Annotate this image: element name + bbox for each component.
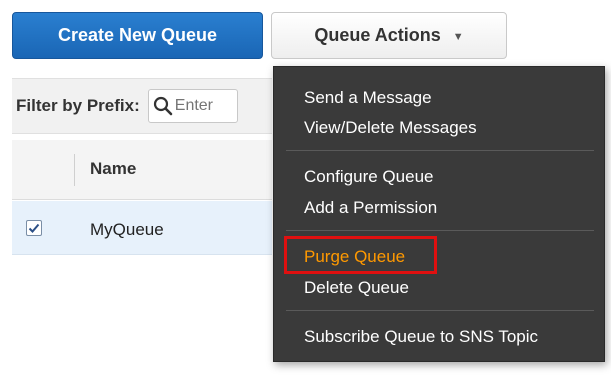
menu-item-delete-queue[interactable]: Delete Queue	[304, 278, 409, 298]
menu-item-send-message[interactable]: Send a Message	[304, 88, 432, 108]
column-header-name[interactable]: Name	[90, 159, 136, 179]
sqs-console: Create New Queue Queue Actions ▼ Filter …	[0, 0, 611, 384]
queue-actions-label: Queue Actions	[314, 25, 441, 45]
queue-name: MyQueue	[90, 220, 164, 239]
column-divider	[74, 154, 75, 186]
queue-actions-button[interactable]: Queue Actions ▼	[271, 12, 507, 59]
checkmark-icon	[28, 223, 40, 233]
chevron-down-icon: ▼	[452, 30, 464, 43]
filter-bar: Filter by Prefix:	[12, 78, 272, 134]
menu-item-subscribe-sns[interactable]: Subscribe Queue to SNS Topic	[304, 327, 538, 347]
menu-item-add-permission[interactable]: Add a Permission	[304, 198, 437, 218]
table-row[interactable]: MyQueue	[12, 201, 272, 255]
queue-actions-menu: Send a Message View/Delete Messages Conf…	[273, 66, 605, 362]
menu-item-view-delete-messages[interactable]: View/Delete Messages	[304, 118, 477, 138]
row-checkbox[interactable]	[26, 220, 42, 236]
search-icon	[153, 96, 173, 116]
filter-input-box[interactable]	[147, 89, 238, 123]
menu-item-configure-queue[interactable]: Configure Queue	[304, 167, 433, 187]
table-header: Name	[12, 140, 272, 200]
menu-separator	[286, 310, 594, 311]
filter-label: Filter by Prefix:	[16, 96, 140, 115]
menu-separator	[286, 230, 594, 231]
menu-separator	[286, 150, 594, 151]
create-new-queue-button[interactable]: Create New Queue	[12, 12, 263, 59]
menu-item-purge-queue[interactable]: Purge Queue	[304, 247, 405, 267]
filter-input[interactable]	[174, 97, 235, 115]
